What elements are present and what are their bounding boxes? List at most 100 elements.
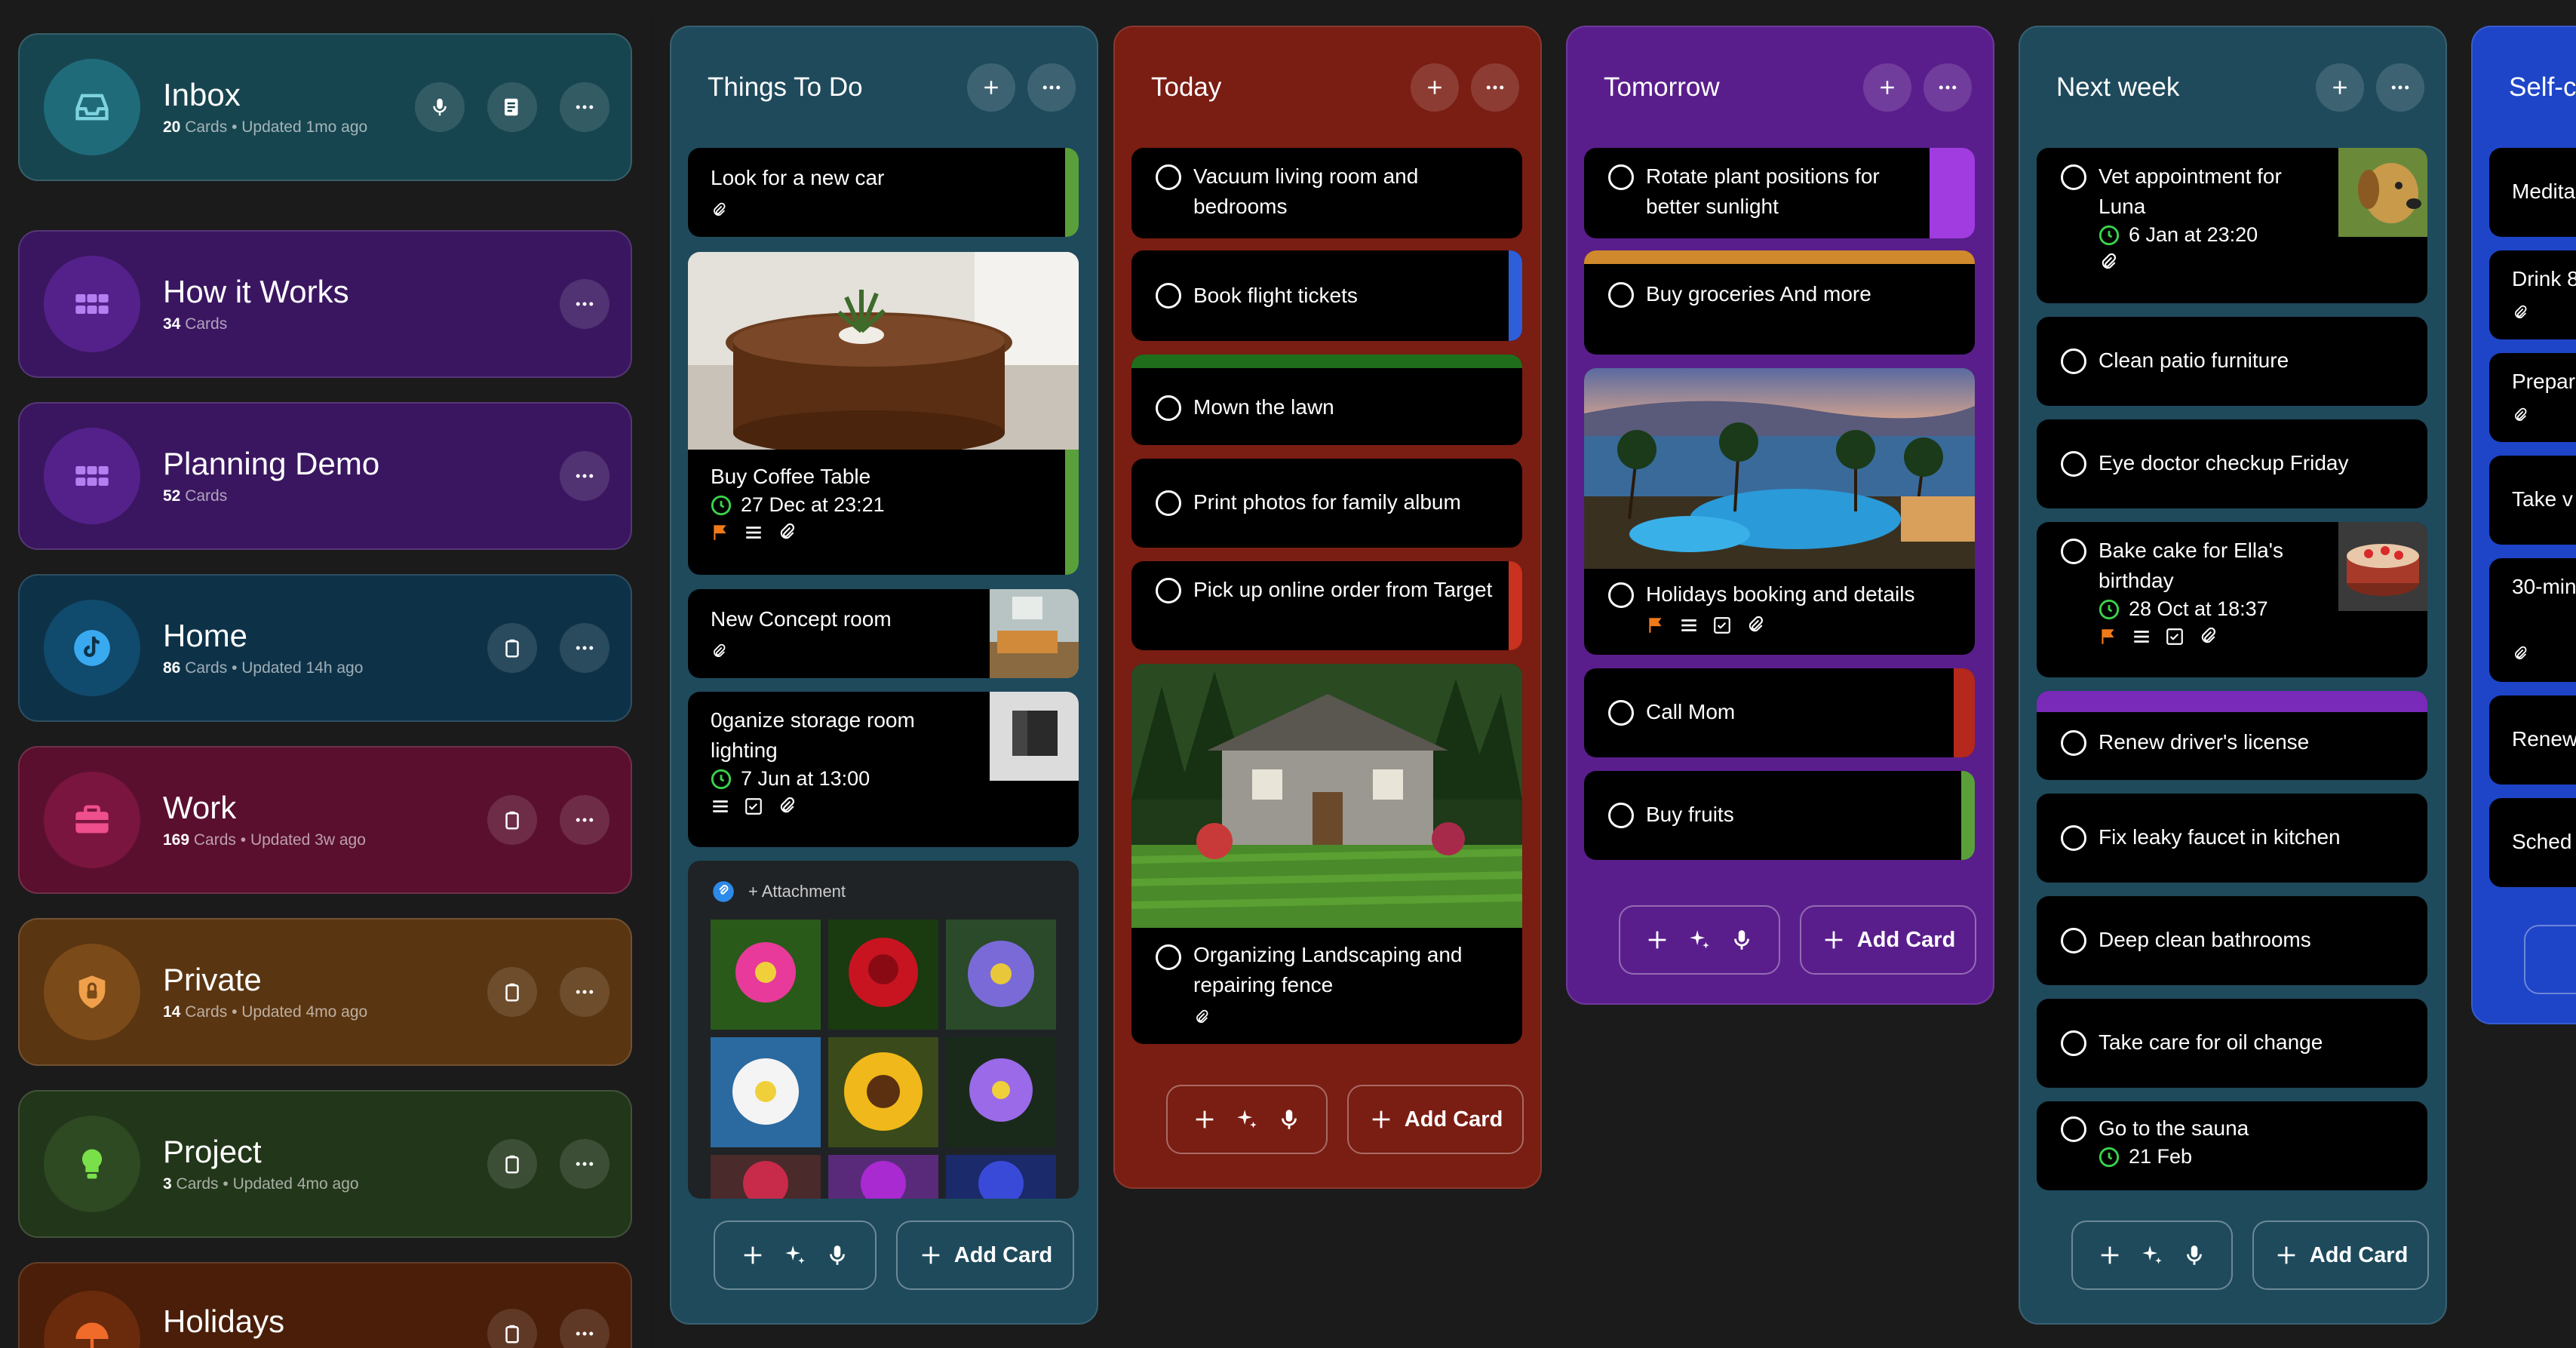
more-button[interactable]: [560, 967, 609, 1017]
card[interactable]: Deep clean bathrooms: [2037, 896, 2427, 985]
card[interactable]: Take v: [2489, 456, 2576, 545]
board-project[interactable]: Project 3 Cards • Updated 4mo ago: [18, 1090, 632, 1238]
grid-icon: [44, 256, 140, 352]
card-title: Holidays booking and details: [1646, 582, 1915, 606]
card[interactable]: Sched: [2489, 798, 2576, 887]
checkbox[interactable]: [2061, 451, 2086, 477]
more-button[interactable]: [560, 279, 609, 329]
checkbox[interactable]: [1608, 164, 1634, 190]
clipboard-button[interactable]: [487, 1139, 537, 1189]
card[interactable]: Mown the lawn: [1131, 355, 1522, 445]
add-card-button[interactable]: Add Card: [1800, 905, 1976, 975]
clipboard-button[interactable]: [487, 1309, 537, 1348]
more-button[interactable]: [560, 1139, 609, 1189]
card[interactable]: New Concept room: [688, 589, 1079, 678]
card[interactable]: Buy fruits: [1584, 771, 1975, 860]
quick-add-tools[interactable]: [714, 1221, 877, 1290]
checkbox[interactable]: [1608, 700, 1634, 726]
card[interactable]: Bake cake for Ella's birthday 28 Oct at …: [2037, 522, 2427, 677]
card[interactable]: Call Mom: [1584, 668, 1975, 757]
card[interactable]: Organizing Landscaping and repairing fen…: [1131, 664, 1522, 1044]
board-home[interactable]: Home 86 Cards • Updated 14h ago: [18, 574, 632, 722]
card[interactable]: Fix leaky faucet in kitchen: [2037, 794, 2427, 883]
more-icon[interactable]: [2376, 63, 2424, 112]
clipboard-button[interactable]: [487, 623, 537, 673]
checkbox[interactable]: [1156, 944, 1181, 970]
checkbox[interactable]: [2061, 730, 2086, 756]
add-card-button[interactable]: Add Card: [1347, 1085, 1524, 1154]
checkbox[interactable]: [1608, 282, 1634, 308]
more-icon[interactable]: [1471, 63, 1519, 112]
card[interactable]: Drink 8: [2489, 250, 2576, 339]
card-title: Buy fruits: [1646, 803, 1734, 826]
checkbox[interactable]: [1156, 164, 1181, 190]
more-button[interactable]: [560, 1309, 609, 1348]
board-inbox[interactable]: Inbox 20 Cards • Updated 1mo ago: [18, 33, 632, 181]
quick-add-tools[interactable]: [2071, 1221, 2234, 1290]
board-how-it-works[interactable]: How it Works 34 Cards: [18, 230, 632, 378]
add-icon[interactable]: [1863, 63, 1911, 112]
more-icon[interactable]: [1924, 63, 1972, 112]
card[interactable]: 0ganize storage room lighting 7 Jun at 1…: [688, 692, 1079, 847]
more-button[interactable]: [560, 82, 609, 132]
add-card-button[interactable]: Add Card: [2252, 1221, 2429, 1290]
card[interactable]: Rotate plant positions for better sunlig…: [1584, 148, 1975, 238]
card[interactable]: Prepar: [2489, 353, 2576, 442]
card[interactable]: Medita: [2489, 148, 2576, 237]
card[interactable]: Buy groceries And more: [1584, 250, 1975, 355]
checkbox[interactable]: [2061, 1116, 2086, 1142]
card[interactable]: Print photos for family album: [1131, 459, 1522, 548]
card[interactable]: Holidays booking and details: [1584, 368, 1975, 655]
more-button[interactable]: [560, 451, 609, 501]
board-planning-demo[interactable]: Planning Demo 52 Cards: [18, 402, 632, 550]
checkbox[interactable]: [1608, 582, 1634, 608]
clipboard-button[interactable]: [487, 795, 537, 845]
board-work[interactable]: Work 169 Cards • Updated 3w ago: [18, 746, 632, 894]
checkbox[interactable]: [1156, 283, 1181, 309]
card[interactable]: Vet appointment for Luna 6 Jan at 23:20: [2037, 148, 2427, 303]
checkbox[interactable]: [1156, 578, 1181, 603]
microphone-button[interactable]: [415, 82, 465, 132]
list-title: Next week: [2056, 72, 2180, 102]
add-icon[interactable]: [1411, 63, 1459, 112]
checkbox[interactable]: [1608, 803, 1634, 828]
checkbox[interactable]: [2061, 825, 2086, 851]
checkbox[interactable]: [2061, 928, 2086, 953]
checkbox[interactable]: [2061, 539, 2086, 564]
more-icon[interactable]: [1027, 63, 1076, 112]
quick-add-tools[interactable]: [1619, 905, 1781, 975]
card[interactable]: Book flight tickets: [1131, 250, 1522, 341]
checkbox[interactable]: [1156, 490, 1181, 516]
card[interactable]: Pick up online order from Target: [1131, 561, 1522, 650]
card[interactable]: Look for a new car: [688, 148, 1079, 237]
clipboard-button[interactable]: [487, 967, 537, 1017]
checkbox[interactable]: [2061, 1030, 2086, 1056]
attachment-card[interactable]: + Attachment: [688, 861, 1079, 1199]
card[interactable]: Vacuum living room and bedrooms: [1131, 148, 1522, 238]
card[interactable]: Clean patio furniture: [2037, 317, 2427, 406]
board-holidays[interactable]: Holidays: [18, 1262, 632, 1348]
checkbox[interactable]: [2061, 349, 2086, 374]
add-icon[interactable]: [967, 63, 1015, 112]
board-private[interactable]: Private 14 Cards • Updated 4mo ago: [18, 918, 632, 1066]
more-button[interactable]: [560, 795, 609, 845]
card[interactable]: Renew driver's license: [2037, 691, 2427, 780]
flag-icon: [714, 525, 726, 540]
add-card-button[interactable]: Add Card: [896, 1221, 1074, 1290]
note-button[interactable]: [487, 82, 537, 132]
card[interactable]: Go to the sauna 21 Feb: [2037, 1101, 2427, 1190]
list-footer: Add Card: [714, 1221, 1080, 1293]
checkbox[interactable]: [1156, 395, 1181, 421]
quick-add-tools[interactable]: [1166, 1085, 1328, 1154]
board-title: Inbox: [163, 76, 241, 112]
add-icon[interactable]: [2316, 63, 2364, 112]
more-button[interactable]: [560, 623, 609, 673]
card[interactable]: Eye doctor checkup Friday: [2037, 419, 2427, 508]
checkbox[interactable]: [2061, 164, 2086, 190]
card[interactable]: Buy Coffee Table 27 Dec at 23:21: [688, 252, 1079, 575]
card-title: Medita: [2512, 180, 2576, 203]
card[interactable]: Take care for oil change: [2037, 999, 2427, 1088]
quick-add-tools[interactable]: [2524, 925, 2576, 994]
card[interactable]: Renew: [2489, 695, 2576, 785]
card[interactable]: 30-min neighb: [2489, 558, 2576, 682]
